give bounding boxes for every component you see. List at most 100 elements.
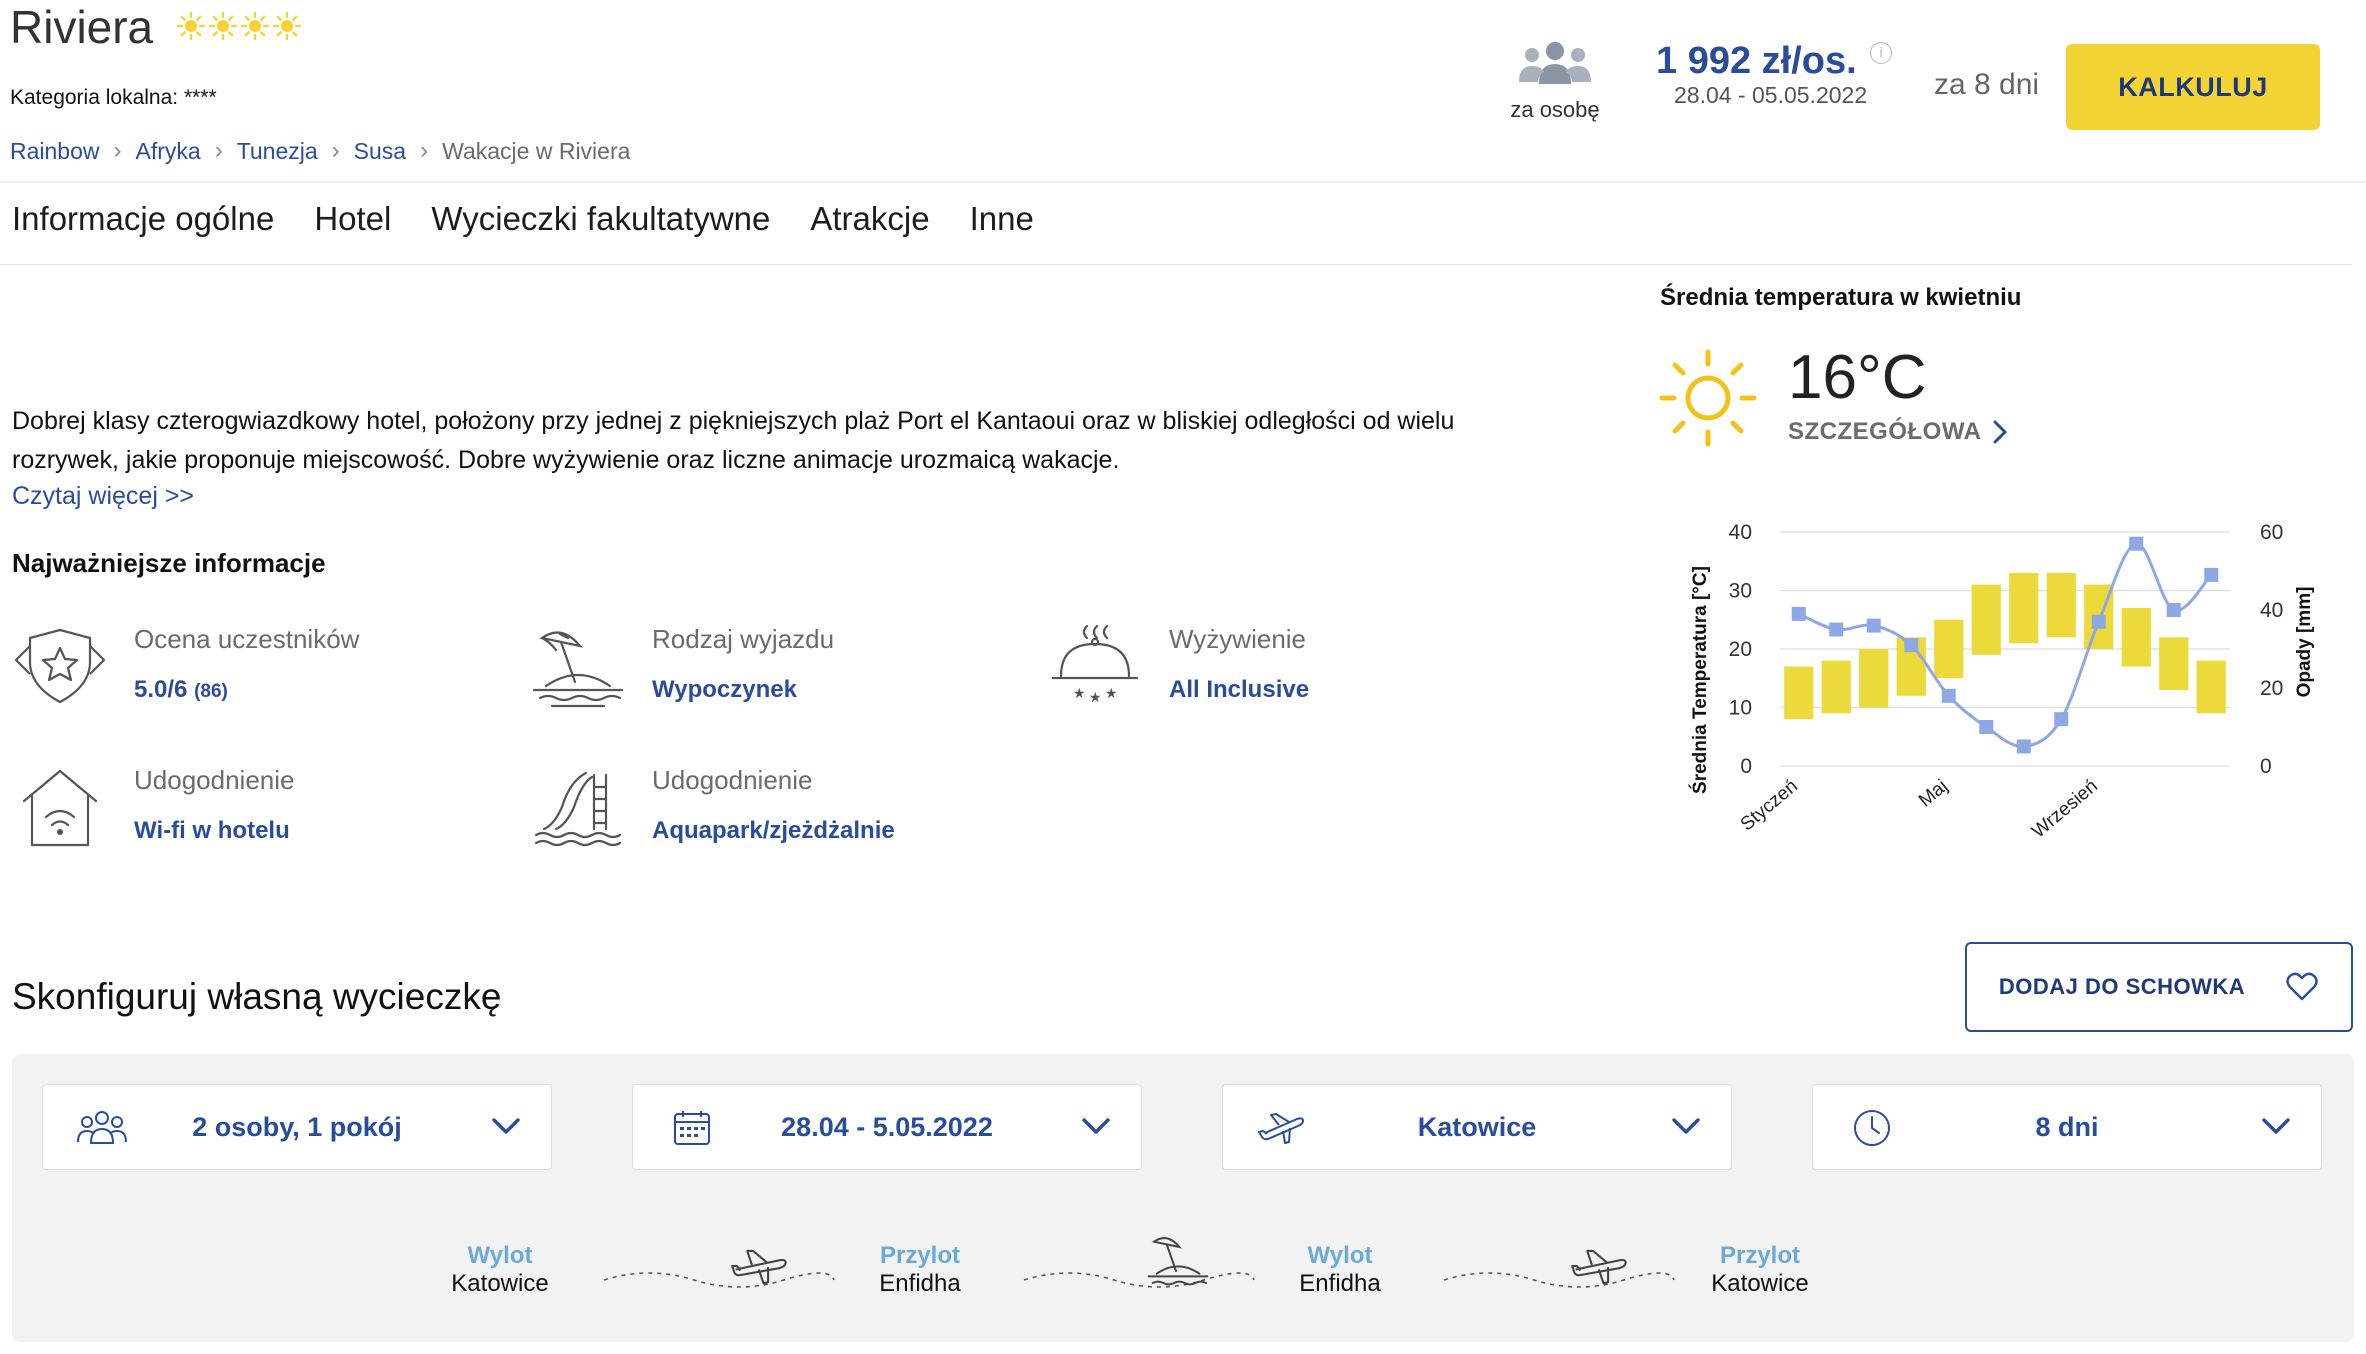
chart-bar	[1859, 649, 1889, 708]
airplane-icon	[1571, 1249, 1627, 1285]
chevron-right-icon: ›	[214, 137, 223, 164]
chart-y-tick-label: 10	[1729, 697, 1752, 720]
chart-x-tick-label: Maj	[1915, 776, 1952, 812]
add-to-favorites-label: DODAJ DO SCHOWKA	[1998, 974, 2246, 999]
chevron-down-icon	[1672, 1118, 1700, 1134]
dates-value: 28.04 - 5.05.2022	[781, 1111, 993, 1142]
per-person-label: za osobę	[1510, 97, 1600, 122]
chart-x-tick-label: Wrzesień	[2028, 776, 2102, 843]
weather-details-label: SZCZEGÓŁOWA	[1788, 418, 1982, 445]
tab-wycieczki-fakultatywne[interactable]: Wycieczki fakultatywne	[431, 200, 770, 260]
breadcrumb-current: Wakacje w Riviera	[442, 137, 631, 164]
travelers-value: 2 osoby, 1 pokój	[192, 1111, 402, 1142]
price: 1 992 zł/os.	[1656, 40, 1857, 82]
hotel-stars	[176, 11, 302, 41]
chart-y-tick-label: 30	[1729, 580, 1752, 603]
chart-y2-tick-label: 0	[2260, 755, 2272, 778]
feature-value: Wi-fi w hotelu	[134, 817, 290, 844]
feature-value: 5.0/6 (86)	[134, 676, 228, 703]
breadcrumb-item[interactable]: Tunezja	[237, 138, 318, 165]
current-temperature: 16°C	[1788, 343, 1927, 412]
feature-value: Wypoczynek	[652, 676, 797, 703]
airplane-icon	[731, 1249, 787, 1285]
feature-label: Udogodnienie	[652, 765, 813, 795]
clock-icon	[1854, 1110, 1890, 1146]
sun-star-icon	[272, 11, 302, 41]
chart-x-tick-label: Styczeń	[1737, 776, 1802, 836]
breadcrumb-item[interactable]: Susa	[354, 138, 406, 165]
sun-icon	[1659, 349, 1757, 447]
chart-bar	[2196, 660, 2226, 714]
chevron-right-icon	[1993, 420, 2006, 444]
dates-select[interactable]: 28.04 - 5.05.2022	[632, 1084, 1142, 1170]
read-more-link[interactable]: Czytaj więcej >>	[12, 482, 194, 511]
sun-star-icon	[176, 11, 206, 41]
travelers-select[interactable]: 2 osoby, 1 pokój	[42, 1084, 552, 1170]
route-stop-type: Wylot	[467, 1242, 533, 1269]
chart-x-ticks: Styczeń Maj Wrzesień	[1737, 776, 2102, 843]
route-stop-type: Wylot	[1307, 1242, 1373, 1269]
breadcrumb-item[interactable]: Rainbow	[10, 138, 100, 165]
calculate-button[interactable]: KALKULUJ	[2066, 44, 2320, 130]
climate-chart: 0 10 20 30 40 0 20 40 60 Styczeń Maj Wrzesień Śred…	[1689, 521, 2315, 843]
food-cloche-icon: ★ ★ ★	[1051, 624, 1139, 706]
flight-route: Wylot Katowice Przylot Enfidha Wylot Enf…	[420, 1230, 1920, 1330]
tab-inne[interactable]: Inne	[970, 200, 1034, 260]
tab-informacje-ogolne[interactable]: Informacje ogólne	[12, 200, 274, 260]
key-info-title: Najważniejsze informacje	[12, 548, 326, 578]
route-stop-city: Enfidha	[1299, 1270, 1381, 1297]
breadcrumb: Rainbow › Afryka › Tunezja › Susa › Waka…	[10, 137, 630, 165]
configure-title: Skonfiguruj własną wycieczkę	[12, 976, 502, 1017]
departure-select[interactable]: Katowice	[1222, 1084, 1732, 1170]
chart-point	[1904, 638, 1919, 653]
weather-details-link[interactable]: SZCZEGÓŁOWA	[1788, 418, 2008, 446]
chart-point	[1829, 622, 1844, 637]
svg-text:★: ★	[1105, 686, 1118, 702]
duration-select[interactable]: 8 dni	[1812, 1084, 2322, 1170]
chart-y-axis-label: Średnia Temperatura [°C]	[1689, 566, 1711, 794]
chart-bar	[1784, 666, 1814, 720]
shield-star-icon	[14, 628, 106, 704]
chevron-right-icon: ›	[113, 137, 122, 164]
chart-y2-tick-label: 20	[2260, 677, 2283, 700]
chevron-right-icon: ›	[331, 137, 340, 164]
feature-value: Aquapark/zjeżdżalnie	[652, 817, 895, 844]
sun-star-icon	[208, 11, 238, 41]
feature-value: All Inclusive	[1169, 676, 1310, 703]
weather-title: Średnia temperatura w kwietniu	[1660, 284, 2022, 311]
chart-y2-axis-label: Opady [mm]	[2294, 587, 2315, 698]
hotel-name: Riviera	[10, 1, 154, 53]
people-icon	[77, 1111, 127, 1144]
add-to-favorites-button[interactable]: DODAJ DO SCHOWKA	[1965, 942, 2353, 1032]
breadcrumb-item[interactable]: Afryka	[136, 138, 201, 165]
hotel-description: Dobrej klasy czterogwiazdkowy hotel, poł…	[12, 407, 1455, 474]
heart-icon	[2286, 972, 2318, 1001]
calendar-icon	[674, 1111, 710, 1145]
tab-atrakcje[interactable]: Atrakcje	[810, 200, 929, 260]
chart-y-tick-label: 0	[1740, 755, 1752, 778]
sun-star-icon	[240, 11, 270, 41]
chart-point	[1979, 720, 1994, 734]
svg-text:★: ★	[1089, 690, 1102, 706]
route-stop: Przylot Enfidha	[820, 1242, 1020, 1298]
chart-y-tick-label: 40	[1729, 521, 1752, 544]
chart-y-tick-label: 20	[1729, 638, 1752, 661]
people-group-icon	[1519, 42, 1591, 84]
chart-bar	[2046, 572, 2076, 638]
feature-label: Ocena uczestników	[134, 624, 360, 654]
chart-bar	[1971, 584, 2001, 655]
chart-point	[2091, 614, 2106, 629]
chart-temperature-bars	[1784, 572, 2226, 720]
info-icon[interactable]: i	[1870, 42, 1892, 64]
beach-umbrella-icon	[532, 631, 624, 708]
tab-hotel[interactable]: Hotel	[314, 200, 391, 260]
route-stop-city: Katowice	[1711, 1270, 1809, 1297]
trip-length: za 8 dni	[1934, 68, 2040, 101]
svg-text:★: ★	[1073, 686, 1086, 702]
chevron-down-icon	[2262, 1118, 2290, 1134]
chevron-right-icon: ›	[420, 137, 429, 164]
chart-bar	[1934, 619, 1964, 679]
local-category: Kategoria lokalna: ****	[10, 86, 217, 109]
beach-umbrella-icon	[1147, 1237, 1209, 1286]
waterslide-icon	[534, 771, 622, 847]
